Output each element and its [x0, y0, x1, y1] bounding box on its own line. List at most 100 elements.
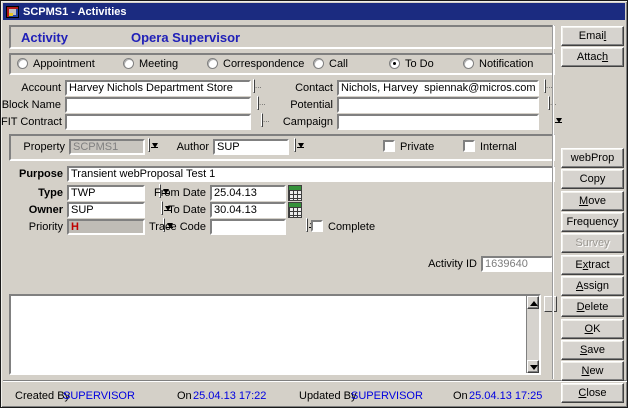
property-input[interactable]: [69, 139, 145, 155]
to-date-label: To Date: [146, 202, 206, 218]
radio-option-call[interactable]: Call: [313, 58, 348, 70]
assign-button[interactable]: Assign: [561, 276, 624, 296]
campaign-label: Campaign: [273, 114, 333, 130]
author-input[interactable]: [213, 139, 289, 155]
webprop-button[interactable]: webProp: [561, 148, 624, 168]
purpose-label: Purpose: [1, 166, 63, 182]
activities-window: SCPMS1 - Activities Activity Opera Super…: [0, 0, 628, 408]
property-label: Property: [13, 139, 65, 155]
campaign-input[interactable]: [337, 114, 539, 130]
potential-input[interactable]: [337, 97, 539, 113]
activity-id-input: [481, 256, 553, 272]
internal-checkbox[interactable]: [463, 140, 475, 152]
trace-code-dropdown-button[interactable]: [306, 218, 308, 232]
from-date-input[interactable]: [210, 185, 286, 201]
attach-button[interactable]: Attach: [561, 47, 624, 67]
created-on-value: 25.04.13 17:22: [193, 390, 266, 402]
internal-checkbox-group: Internal: [463, 140, 517, 153]
header-panel: Activity Opera Supervisor: [9, 25, 555, 49]
ok-button[interactable]: OK: [561, 319, 624, 339]
radio-label-appointment: Appointment: [33, 58, 95, 70]
trace-code-input[interactable]: [210, 219, 286, 235]
account-input[interactable]: [65, 80, 251, 96]
updated-by-label: Updated By: [299, 390, 356, 402]
radio-to-do[interactable]: [389, 58, 400, 69]
copy-button[interactable]: Copy: [561, 169, 624, 189]
radio-option-meeting[interactable]: Meeting: [123, 58, 178, 70]
to-date-calendar-button[interactable]: [288, 202, 302, 218]
potential-label: Potential: [273, 97, 333, 113]
type-input[interactable]: [67, 185, 145, 201]
block-name-lookup-button[interactable]: [257, 96, 259, 110]
private-checkbox-group: Private: [383, 140, 434, 153]
block-name-label: Block Name: [1, 97, 61, 113]
notes-scrollbar[interactable]: [526, 296, 539, 373]
radio-notification[interactable]: [463, 58, 474, 69]
scroll-down-button[interactable]: [527, 360, 539, 373]
radio-option-notification[interactable]: Notification: [463, 58, 533, 70]
radio-label-call: Call: [329, 58, 348, 70]
property-dropdown-button[interactable]: [148, 138, 150, 152]
contact-input[interactable]: [337, 80, 539, 96]
scroll-down-arrow-icon: [530, 365, 538, 370]
owner-label: Owner: [1, 202, 63, 218]
complete-checkbox[interactable]: [311, 220, 323, 232]
radio-appointment[interactable]: [17, 58, 28, 69]
property-panel: Property Author Private Internal: [9, 134, 555, 161]
scroll-up-button[interactable]: [527, 296, 539, 309]
radio-call[interactable]: [313, 58, 324, 69]
radio-correspondence[interactable]: [207, 58, 218, 69]
radio-option-correspondence[interactable]: Correspondence: [207, 58, 304, 70]
panel-handle: [544, 296, 557, 312]
radio-label-correspondence: Correspondence: [223, 58, 304, 70]
account-label: Account: [1, 80, 61, 96]
fit-contract-label: FIT Contract: [1, 114, 61, 130]
activity-type-group: Appointment Meeting Correspondence Call To D…: [9, 53, 555, 75]
owner-input[interactable]: [67, 202, 145, 218]
contact-label: Contact: [273, 80, 333, 96]
move-button[interactable]: Move: [561, 191, 624, 211]
radio-label-to-do: To Do: [405, 58, 434, 70]
created-by-value: SUPERVISOR: [63, 390, 135, 402]
private-label: Private: [400, 141, 434, 153]
type-label: Type: [1, 185, 63, 201]
block-name-input[interactable]: [65, 97, 251, 113]
radio-label-meeting: Meeting: [139, 58, 178, 70]
radio-option-to-do[interactable]: To Do: [389, 58, 434, 70]
activity-id-label: Activity ID: [397, 256, 477, 272]
radio-option-appointment[interactable]: Appointment: [17, 58, 95, 70]
complete-label: Complete: [328, 221, 375, 233]
priority-input[interactable]: [67, 219, 145, 235]
author-dropdown-button[interactable]: [294, 138, 296, 152]
email-button[interactable]: Email: [561, 26, 624, 46]
priority-label: Priority: [1, 219, 63, 235]
scroll-up-arrow-icon: [530, 301, 538, 306]
title-bar[interactable]: SCPMS1 - Activities: [3, 3, 625, 20]
account-lookup-button[interactable]: [253, 79, 255, 93]
page-title: Activity: [21, 28, 68, 48]
notes-area: [9, 294, 541, 375]
new-button[interactable]: New: [561, 361, 624, 381]
private-checkbox[interactable]: [383, 140, 395, 152]
fit-contract-lookup-button[interactable]: [261, 113, 263, 127]
to-date-input[interactable]: [210, 202, 286, 218]
notes-textarea[interactable]: [11, 296, 526, 373]
author-label: Author: [161, 139, 209, 155]
radio-meeting[interactable]: [123, 58, 134, 69]
supervisor-title: Opera Supervisor: [131, 28, 240, 48]
delete-button[interactable]: Delete: [561, 297, 624, 317]
frequency-button[interactable]: Frequency: [561, 212, 624, 232]
updated-on-value: 25.04.13 17:25: [469, 390, 542, 402]
extract-button[interactable]: Extract: [561, 255, 624, 275]
purpose-input[interactable]: [67, 166, 555, 182]
save-button[interactable]: Save: [561, 340, 624, 360]
created-on-label: On: [177, 390, 192, 402]
fit-contract-input[interactable]: [65, 114, 251, 130]
from-date-calendar-button[interactable]: [288, 185, 302, 201]
updated-on-label: On: [453, 390, 468, 402]
potential-lookup-button[interactable]: [548, 96, 550, 110]
contact-lookup-button[interactable]: [544, 79, 546, 93]
form-divider: [552, 25, 554, 379]
close-button[interactable]: Close: [561, 383, 624, 403]
created-by-label: Created By: [15, 390, 70, 402]
